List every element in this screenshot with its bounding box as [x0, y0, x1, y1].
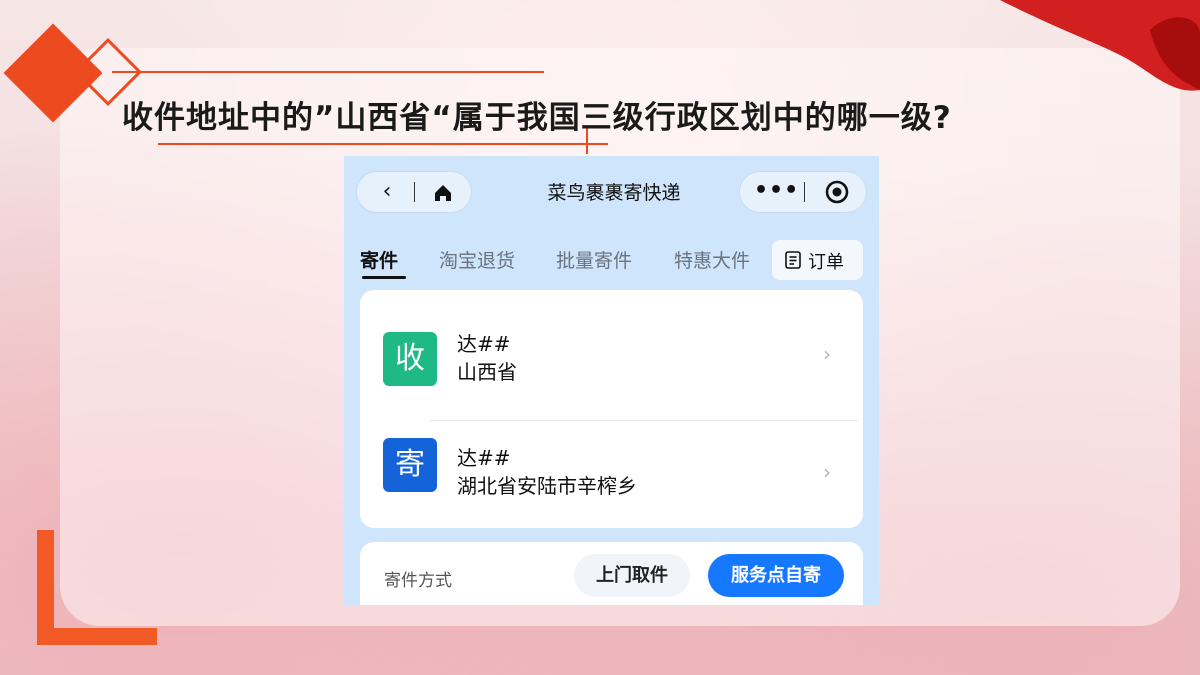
question-title: 收件地址中的”山西省“属于我国三级行政区划中的哪一级? [122, 100, 952, 136]
nav-capsule-right: ••• [739, 171, 867, 213]
chevron-right-icon: › [823, 342, 831, 366]
order-list-icon [785, 251, 801, 269]
sender-name: 达## [457, 446, 511, 470]
door-pickup-button[interactable]: 上门取件 [574, 554, 690, 597]
title-line-bottom [158, 143, 608, 145]
recipient-name: 达## [457, 332, 511, 356]
shipping-method-label: 寄件方式 [384, 571, 452, 591]
sender-badge: 寄 [383, 438, 437, 492]
title-line-top [112, 71, 544, 73]
corner-bracket-horizontal [37, 628, 157, 645]
recipient-badge: 收 [383, 332, 437, 386]
sender-address: 湖北省安陆市辛榨乡 [457, 474, 637, 498]
active-tab-indicator [362, 276, 406, 279]
row-divider [430, 420, 858, 421]
tab-taobao-return[interactable]: 淘宝退货 [439, 246, 515, 273]
app-screenshot: ‹ 菜鸟裹裹寄快递 ••• 寄件 淘宝退货 批量寄件 特惠大件 订单 收 达##… [344, 156, 879, 605]
tab-bulky-discount[interactable]: 特惠大件 [674, 246, 750, 273]
nav-capsule-left: ‹ [356, 171, 472, 213]
address-card: 收 达## 山西省 › 寄 达## 湖北省安陆市辛榨乡 › [360, 290, 863, 528]
back-icon[interactable]: ‹ [373, 178, 401, 206]
more-menu-icon[interactable]: ••• [754, 176, 798, 208]
home-icon[interactable] [429, 179, 457, 207]
close-miniapp-icon[interactable] [824, 179, 850, 205]
tab-batch-send[interactable]: 批量寄件 [556, 246, 632, 273]
app-title: 菜鸟裹裹寄快递 [547, 182, 681, 204]
self-dropoff-button[interactable]: 服务点自寄 [708, 554, 844, 597]
capsule-divider [414, 182, 415, 202]
tab-send[interactable]: 寄件 [360, 246, 398, 273]
capsule-divider [804, 182, 805, 202]
orders-button[interactable]: 订单 [772, 240, 863, 280]
recipient-address: 山西省 [457, 360, 517, 384]
shipping-method-bar: 寄件方式 上门取件 服务点自寄 [360, 542, 863, 605]
orders-label: 订单 [808, 252, 844, 273]
chevron-right-icon: › [823, 460, 831, 484]
